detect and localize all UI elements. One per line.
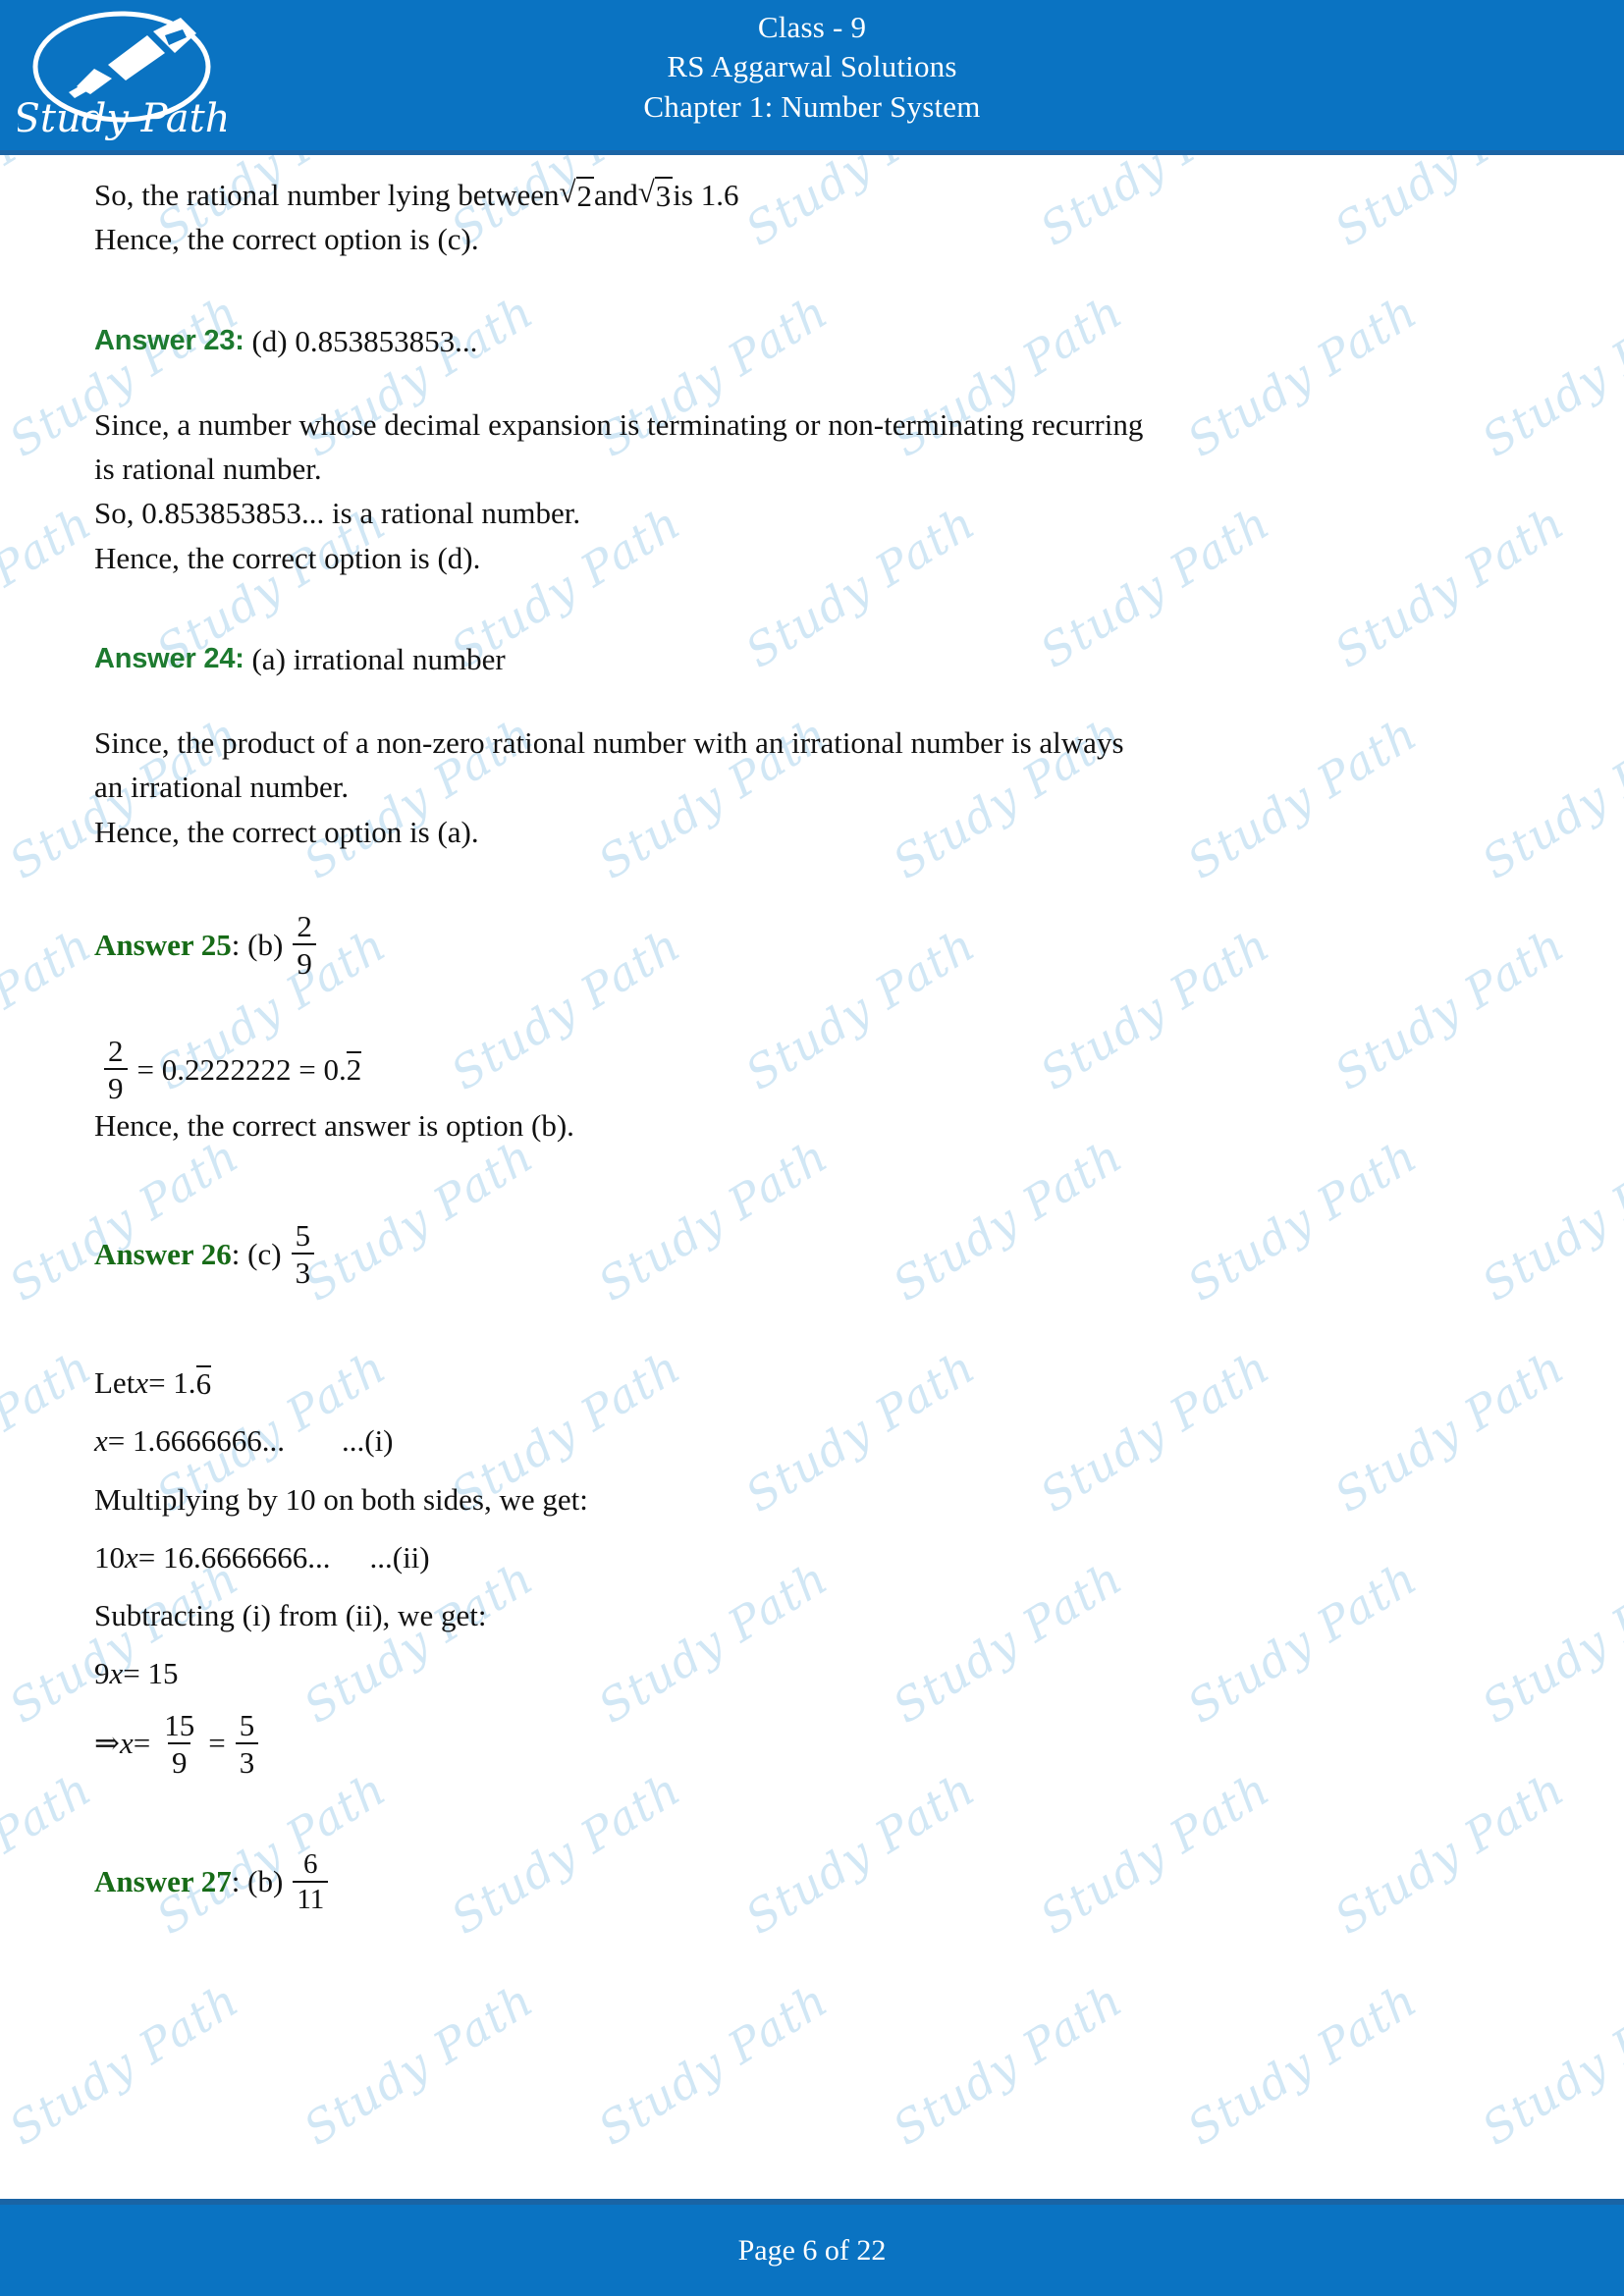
answer-26-step-4: Subtracting (i) from (ii), we get:: [94, 1598, 487, 1632]
answer-23-body-4: Hence, the correct option is (d).: [94, 540, 481, 575]
answer-24-body-2: an irrational number.: [94, 770, 350, 805]
answer-24-label: Answer 24:: [94, 643, 244, 675]
page-header: Study Path Class - 9 RS Aggarwal Solutio…: [0, 0, 1624, 155]
answer-23-body-1: Since, a number whose decimal expansion …: [94, 406, 1144, 442]
watermark-text: Study Path: [1473, 1973, 1624, 2156]
solution-content: So, the rational number lying between √ …: [0, 155, 1624, 1914]
answer-23-body-3: So, 0.853853853... is a rational number.: [94, 496, 581, 531]
page-footer: Page 6 of 22: [0, 2199, 1624, 2296]
answer-26-fraction-5-3: 5 3: [235, 1710, 259, 1778]
watermark-text: Study Path: [589, 1973, 838, 2156]
answer-24-value: (a) irrational number: [251, 641, 506, 676]
answer-23-value: (d) 0.853853853...: [251, 323, 478, 358]
answer-27-fraction: 6 11: [293, 1849, 329, 1914]
answer-25-label: Answer 25: [94, 927, 232, 962]
answer-26-option: : (c): [231, 1236, 282, 1271]
watermark-text: Study Path: [1178, 1973, 1427, 2156]
answer-23-heading: Answer 23: (d) 0.853853853...: [94, 319, 1536, 363]
answer-25-conclusion: Hence, the correct answer is option (b).: [94, 1107, 574, 1143]
answer-26-step-6: ⇒ x = 15 9 = 5 3: [94, 1710, 1536, 1778]
answer-25-fraction: 2 9: [293, 911, 316, 979]
answer-27-label: Answer 27: [94, 1864, 232, 1899]
sqrt2-radical: √ 2: [559, 175, 595, 214]
answer-26-step-1: x = 1.6666666... ...(i): [94, 1423, 394, 1459]
answer-26-let-line: Let x = 1. 6: [94, 1364, 212, 1401]
answer-26-step-2: Multiplying by 10 on both sides, we get:: [94, 1481, 588, 1517]
watermark-text: Study Path: [295, 1973, 543, 2156]
header-title-block: Class - 9 RS Aggarwal Solutions Chapter …: [0, 8, 1624, 127]
header-class-line: Class - 9: [757, 10, 867, 44]
answer-23-body-2: is rational number.: [94, 452, 322, 486]
sqrt3-radical: √ 3: [637, 175, 674, 214]
intro-line-1: So, the rational number lying between √ …: [94, 175, 739, 214]
answer-26-step-5: 9 x = 15: [94, 1656, 179, 1691]
answer-25-recurring-bar: 2: [346, 1051, 362, 1088]
answer-26-heading: Answer 26 : (c) 5 3: [94, 1220, 1536, 1288]
answer-25-eq-fraction: 2 9: [104, 1036, 128, 1103]
answer-25-option: : (b): [231, 927, 284, 962]
answer-27-heading: Answer 27 : (b) 6 11: [94, 1849, 1536, 1914]
answer-26-fraction-15-9: 15 9: [164, 1707, 195, 1780]
answer-26-fraction: 5 3: [291, 1220, 315, 1288]
document-page: Study Path Study Path Study Path Study Path…: [0, 0, 1624, 2296]
answer-26-label: Answer 26: [94, 1236, 232, 1271]
page-number-text: Page 6 of 22: [737, 2233, 887, 2267]
answer-25-equation: 2 9 = 0.2222222 = 0. 2: [94, 1036, 1536, 1103]
answer-24-heading: Answer 24: (a) irrational number: [94, 637, 1536, 681]
watermark-text: Study Path: [0, 1973, 248, 2156]
answer-24-body-3: Hence, the correct option is (a).: [94, 814, 479, 849]
answer-27-option: : (b): [231, 1864, 284, 1899]
answer-23-label: Answer 23:: [94, 324, 244, 356]
answer-25-heading: Answer 25 : (b) 2 9: [94, 911, 1536, 979]
intro-line-2: Hence, the correct option is (c).: [94, 222, 479, 257]
recurring-bar-6: 6: [195, 1364, 212, 1401]
answer-24-body-1: Since, the product of a non-zero rationa…: [94, 725, 1124, 760]
watermark-text: Study Path: [884, 1973, 1132, 2156]
header-book-line: RS Aggarwal Solutions: [667, 49, 957, 84]
answer-26-step-3: 10 x = 16.6666666... ...(ii): [94, 1539, 430, 1575]
header-chapter-line: Chapter 1: Number System: [643, 88, 981, 124]
